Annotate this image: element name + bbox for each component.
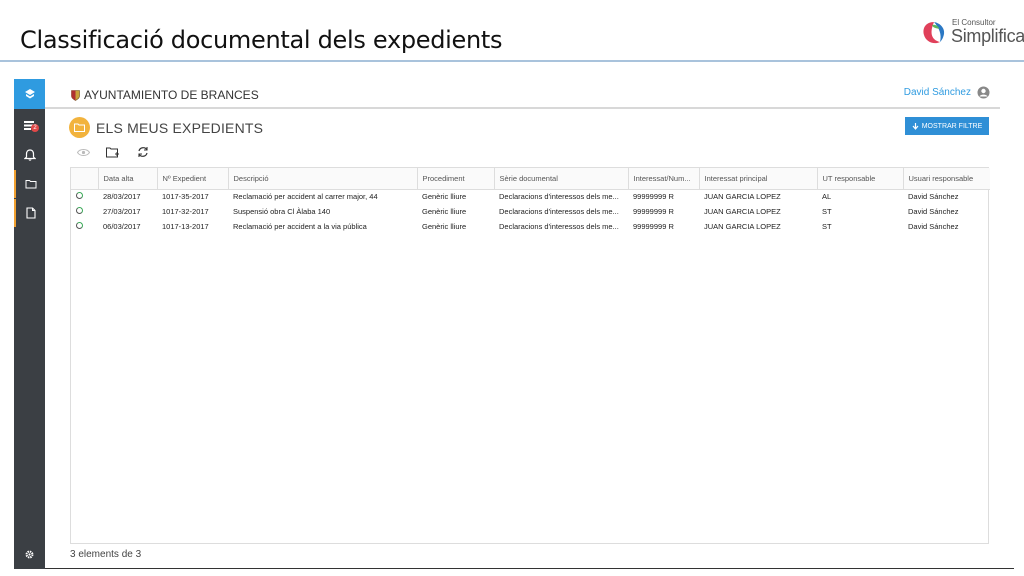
slide-title: Classificació documental dels expedients [20, 26, 503, 54]
user-name: David Sánchez [903, 87, 971, 98]
series-cell: Declaracions d'interessos dels me... [499, 192, 619, 202]
description-cell: Suspensió obra Cl Àlaba 140 [233, 207, 331, 216]
column-header-interested[interactable]: Interessat principal [699, 168, 818, 190]
sidebar-item-settings[interactable] [14, 540, 45, 568]
interested-cell: JUAN GARCIA LOPEZ [704, 222, 781, 231]
status-progress-icon [76, 222, 83, 229]
notification-badge: 2 [31, 124, 39, 132]
status-progress-icon [76, 192, 83, 200]
column-header-description[interactable]: Descripció [228, 168, 418, 190]
sidebar-item-documents[interactable] [14, 199, 45, 227]
refresh-icon [138, 147, 148, 157]
coat-of-arms-icon [71, 89, 80, 101]
status-cell [71, 204, 98, 219]
date-cell: 27/03/2017 [103, 207, 141, 216]
status-cell [71, 219, 98, 234]
date-cell: 06/03/2017 [103, 222, 141, 231]
page-header: ELS MEUS EXPEDIENTS [69, 117, 263, 138]
column-header-unit[interactable]: UT responsable [817, 168, 904, 190]
status-progress-icon [76, 207, 83, 214]
unit-cell: AL [822, 192, 832, 202]
folder-badge [69, 117, 90, 138]
table-row[interactable]: 06/03/2017 1017-13-2017 Reclamació per a… [71, 219, 990, 234]
number-cell: 1017-35-2017 [162, 192, 209, 202]
show-filter-label: MOSTRAR FILTRE [921, 122, 983, 130]
column-header-number[interactable]: Nº Expedient [157, 168, 229, 190]
home-icon [24, 89, 35, 99]
interested-cell: JUAN GARCIA LOPEZ [704, 207, 781, 216]
procedure-cell: Genèric lliure [422, 192, 467, 202]
number-cell: 1017-13-2017 [162, 222, 209, 231]
date-cell: 28/03/2017 [103, 192, 141, 202]
column-header-procedure[interactable]: Procediment [417, 168, 495, 190]
organization: AYUNTAMIENTO DE BRANCES [71, 88, 259, 102]
interested-number-cell: 99999999 R [633, 192, 674, 202]
arrow-down-icon [912, 122, 919, 130]
column-header-series[interactable]: Sèrie documental [494, 168, 629, 190]
bell-icon [23, 149, 36, 161]
interested-cell: JUAN GARCIA LOPEZ [704, 192, 781, 202]
user-menu[interactable]: David Sánchez [904, 86, 990, 99]
record-count: 3 elements de 3 [70, 549, 142, 560]
app-window: 2 AYUNTAMIENTO DE BRANCES David Sánchez … [14, 79, 1014, 569]
number-cell: 1017-32-2017 [162, 207, 209, 216]
user-avatar-icon [977, 86, 990, 99]
user-cell: David Sánchez [908, 222, 959, 231]
eye-icon [76, 148, 90, 156]
sidebar-item-home[interactable] [14, 79, 45, 109]
folder-icon [25, 180, 36, 189]
refresh-button[interactable] [136, 145, 150, 159]
organization-name: AYUNTAMIENTO DE BRANCES [84, 88, 259, 102]
user-cell: David Sánchez [908, 192, 959, 202]
gear-icon [25, 550, 34, 558]
column-header-user[interactable]: Usuari responsable [903, 168, 990, 190]
page-title: ELS MEUS EXPEDIENTS [96, 119, 264, 136]
new-expedient-button[interactable] [106, 145, 120, 159]
show-filter-button[interactable]: MOSTRAR FILTRE [905, 117, 989, 135]
status-cell [71, 189, 98, 204]
table-header-row: Data alta Nº Expedient Descripció Proced… [71, 168, 990, 190]
document-icon [25, 207, 36, 219]
procedure-cell: Genèric lliure [422, 222, 467, 231]
new-folder-icon [106, 147, 119, 157]
procedure-cell: Genèric lliure [422, 207, 467, 216]
column-header-interested-number[interactable]: Interessat/Num... [628, 168, 700, 190]
interested-number-cell: 99999999 R [633, 207, 674, 216]
logo-big-text: Simplifica [951, 26, 1024, 46]
description-cell: Reclamació per accident a la via pública [233, 222, 367, 231]
series-cell: Declaracions d'interessos dels me... [499, 207, 619, 216]
interested-number-cell: 99999999 R [633, 222, 674, 231]
series-cell: Declaracions d'interessos dels me... [499, 222, 619, 231]
unit-cell: ST [822, 207, 832, 216]
simplifica-logo: El Consultor Simplifica [922, 16, 1024, 52]
sidebar-item-inbox[interactable]: 2 [14, 112, 45, 140]
sidebar-item-alerts[interactable] [14, 141, 45, 169]
description-cell: Reclamació per accident al carrer major,… [233, 192, 378, 202]
view-button[interactable] [76, 145, 90, 159]
column-header-status[interactable] [71, 168, 99, 190]
sidebar-item-expedients[interactable] [14, 170, 45, 198]
logo-mark-icon [923, 22, 945, 44]
expedients-table: Data alta Nº Expedient Descripció Proced… [70, 167, 990, 544]
column-header-date[interactable]: Data alta [98, 168, 158, 190]
toolbar [76, 145, 150, 159]
title-divider [0, 60, 1024, 62]
sidebar: 2 [14, 79, 45, 569]
top-bar: AYUNTAMIENTO DE BRANCES David Sánchez [45, 79, 1000, 109]
table-row[interactable]: 27/03/2017 1017-32-2017 Suspensió obra C… [71, 204, 990, 219]
unit-cell: ST [822, 222, 832, 231]
folder-open-icon [74, 123, 85, 132]
table-row[interactable]: 28/03/2017 1017-35-2017 Reclamació per a… [71, 189, 990, 204]
user-cell: David Sánchez [908, 207, 959, 216]
